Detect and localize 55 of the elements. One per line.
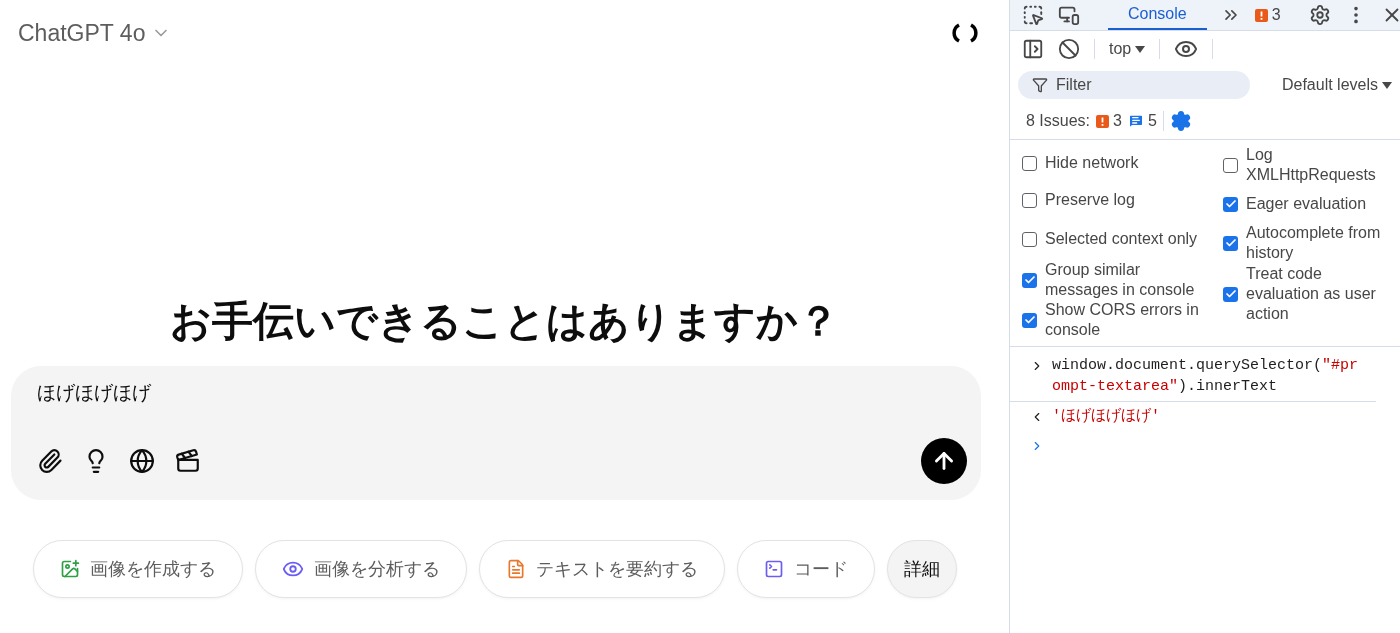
console-result: 'ほげほげほげ' xyxy=(1052,407,1160,427)
suggestion-chip[interactable]: 画像を分析する xyxy=(254,540,467,598)
clear-console-icon[interactable] xyxy=(1058,38,1080,60)
setting-label: Hide network xyxy=(1045,153,1139,173)
issues-badge[interactable]: 3 xyxy=(1254,6,1281,24)
checkbox[interactable] xyxy=(1223,286,1238,302)
checkbox[interactable] xyxy=(1223,157,1238,173)
filter-icon xyxy=(1032,77,1048,93)
settings-icon[interactable] xyxy=(1169,110,1192,132)
console-command: window.document.querySelector("#prompt-textarea").innerText xyxy=(1052,356,1360,397)
settings-icon[interactable] xyxy=(1308,4,1331,26)
checkbox[interactable] xyxy=(1223,235,1238,251)
setting-label: Log XMLHttpRequests xyxy=(1246,145,1377,185)
setting-label: Selected context only xyxy=(1045,229,1198,249)
message-icon xyxy=(1127,113,1144,129)
terminal-icon xyxy=(763,559,784,579)
checkbox[interactable] xyxy=(1223,196,1238,212)
issues-label: 8 Issues: xyxy=(1026,112,1091,130)
device-toggle-icon[interactable] xyxy=(1058,4,1080,26)
warning-count[interactable]: 3 xyxy=(1096,112,1122,130)
devtools-tab[interactable]: Console xyxy=(1108,0,1207,30)
caret-icon xyxy=(1382,81,1392,89)
inspect-icon[interactable] xyxy=(1022,4,1044,26)
sidebar-toggle-icon[interactable] xyxy=(1022,38,1044,60)
warning-icon xyxy=(1096,114,1110,128)
checkbox[interactable] xyxy=(1022,272,1037,288)
image-plus-icon xyxy=(59,559,80,579)
send-button[interactable] xyxy=(921,438,967,484)
suggestion-chip[interactable]: コード xyxy=(736,540,875,598)
setting-label: Autocomplete from history xyxy=(1246,223,1382,263)
setting-label: Treat code evaluation as user action xyxy=(1246,264,1377,324)
greeting-heading: お手伝いできることはありますか？ xyxy=(169,297,840,346)
suggestion-chip[interactable]: 画像を作成する xyxy=(32,540,243,598)
setting-label: Preserve log xyxy=(1045,190,1135,210)
suggestion-chip[interactable]: 詳細 xyxy=(886,540,957,598)
prompt-field[interactable]: ほげほげほげ xyxy=(37,382,967,404)
checkbox[interactable] xyxy=(1022,231,1037,247)
model-selector[interactable]: ChatGPT 4o xyxy=(18,19,172,47)
log-levels-dropdown[interactable]: Default levels xyxy=(1281,76,1392,94)
checkbox[interactable] xyxy=(1022,312,1037,328)
setting-label: Show CORS errors in console xyxy=(1045,300,1200,340)
context-selector[interactable]: top xyxy=(1109,40,1146,58)
checkbox[interactable] xyxy=(1022,155,1037,171)
info-count[interactable]: 5 xyxy=(1127,112,1157,130)
setting-label: Group similar messages in console xyxy=(1045,260,1196,300)
filter-field[interactable]: Filter xyxy=(1018,71,1250,99)
clapperboard-icon[interactable] xyxy=(175,448,201,474)
loading-icon xyxy=(951,22,979,44)
paperclip-icon[interactable] xyxy=(37,448,63,474)
setting-label: Eager evaluation xyxy=(1246,194,1367,214)
checkbox[interactable] xyxy=(1022,192,1037,208)
suggestion-chip[interactable]: テキストを要約する xyxy=(478,540,725,598)
warning-icon xyxy=(1254,8,1268,22)
globe-icon[interactable] xyxy=(129,448,155,474)
caret-icon xyxy=(1135,45,1146,53)
